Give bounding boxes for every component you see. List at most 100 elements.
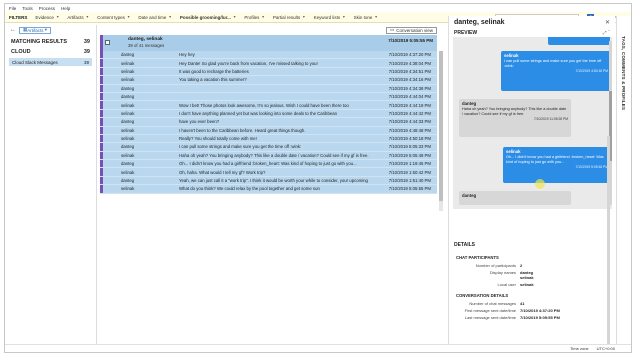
detail-pane: danteg, selinak ✕ PREVIEW ⤢ ⌃ danteg selina… [448, 16, 616, 352]
sender-cell: selinak [121, 127, 135, 133]
table-row[interactable]: selinak Wow I bet! Those photos look awes… [100, 101, 437, 110]
side-tab-label: TAGS, COMMENTS & PROFILES [621, 36, 626, 111]
chat-icon: ▭ [389, 27, 395, 32]
conversation-title: danteg, selinak [128, 37, 163, 42]
row-checkbox[interactable] [105, 40, 110, 45]
filter-artifacts[interactable]: Artifacts ▼ [67, 15, 89, 20]
kv-value: 2 [520, 263, 523, 268]
left-pane: ← ▦ Artifacts ▾ MATCHING RESULTS 39 CLOUD… [5, 25, 97, 352]
sender-cell: danteg [121, 161, 135, 167]
table-row[interactable]: selinak What do you think? We could relax… [100, 185, 437, 194]
cloud-slack-messages-item[interactable]: Cloud Slack Messages 39 [9, 58, 92, 66]
message-cell: have you ever been? [179, 119, 220, 125]
date-cell: 7/10/2019 5:05:33 PM [388, 144, 431, 150]
time-zone-label: Time zone [570, 346, 589, 351]
table-row[interactable]: selinak Hey Dante! So glad you're back fr… [100, 59, 437, 68]
date-cell: 7/10/2019 4:34:38 PM [388, 85, 431, 91]
date-cell: 7/10/2019 4:44:19 PM [388, 102, 431, 108]
detail-scrollbar[interactable] [607, 136, 610, 352]
date-cell: 7/10/2019 4:44:04 PM [388, 94, 431, 100]
table-row[interactable]: selinak You taking a vacation this summer… [100, 76, 437, 85]
preview-label: PREVIEW [454, 29, 478, 36]
table-row[interactable]: selinak I haven't been to the Caribbean b… [100, 126, 437, 135]
table-row[interactable]: danteg Yeah, we can just call it a "work … [100, 176, 437, 186]
sender-cell: danteg [121, 144, 135, 150]
table-row[interactable]: danteg I can pull some strings and make s… [100, 143, 437, 152]
filter-skin-tone[interactable]: Skin tone ▼ [354, 15, 378, 20]
filter-grooming[interactable]: Possible grooming/lur... ▼ [180, 15, 236, 20]
kv-value: selinak [520, 282, 534, 287]
participants-heading: CHAT PARTICIPANTS [456, 255, 499, 260]
table-row[interactable]: selinak Oh, haha. What would I tell my gf… [100, 168, 437, 177]
table-row[interactable]: danteg Oh... I didn't know you had a girl… [100, 160, 437, 169]
scrollbar[interactable] [439, 51, 443, 211]
message-cell: I haven't been to the Caribbean before. … [179, 127, 306, 133]
filter-content-types[interactable]: Content types ▼ [97, 15, 130, 20]
table-row[interactable]: selinak Really? You should totally come w… [100, 134, 437, 144]
filter-profiles[interactable]: Profiles ▼ [244, 15, 264, 20]
table-row[interactable]: danteg 7/10/2019 4:34:38 PM [100, 84, 437, 93]
filter-keyword-lists[interactable]: Keyword lists ▼ [314, 15, 346, 20]
message-cell: It was good to recharge the batteries [179, 68, 249, 74]
filter-partial-results[interactable]: Partial results ▼ [273, 15, 306, 20]
menu-process[interactable]: Process [39, 6, 55, 11]
date-cell: 7/10/2019 1:19:45 PM [388, 161, 431, 167]
message-cell: Really? You should totally come with me! [179, 136, 257, 142]
pin-icon[interactable]: ⤢ ⌃ [603, 30, 610, 35]
cloud-header[interactable]: CLOUD 39 [5, 49, 96, 55]
date-cell: 7/10/2019 4:34:16 PM [388, 77, 431, 83]
chat-bubble: danteg Haha oh yeah? You bringing anybody… [459, 99, 571, 137]
table-row[interactable]: selinak Haha oh yeah? You bringing anybod… [100, 151, 437, 161]
table-row[interactable]: selinak It was good to recharge the batte… [100, 67, 437, 77]
message-cell: Oh, haha. What would I tell my gf? Work … [179, 169, 266, 175]
kv-key: Display names [489, 270, 516, 275]
filter-evidence[interactable]: Evidence ▼ [35, 15, 59, 20]
menu-bar: File Tools Process Help [5, 4, 631, 12]
artifacts-dropdown[interactable]: ▦ Artifacts ▾ [19, 26, 52, 34]
filter-date-time[interactable]: Date and time ▼ [138, 15, 171, 20]
sender-cell: selinak [121, 77, 135, 83]
conversation-view-button[interactable]: ▭ Conversation view [385, 26, 437, 34]
table-row[interactable]: danteg 7/10/2019 4:44:04 PM [100, 92, 437, 102]
chevron-down-icon: ▼ [85, 15, 90, 19]
chat-bubble: danteg [459, 191, 571, 205]
menu-tools[interactable]: Tools [22, 6, 33, 11]
date-cell: 7/10/2019 5:05:55 PM [388, 186, 431, 192]
table-row[interactable]: danteg Hey hey 7/10/2019 4:37:20 PM [100, 51, 437, 60]
chat-bubble: selinak I can pull some strings and make … [501, 51, 611, 91]
details-label: DETAILS [454, 241, 476, 248]
chevron-down-icon: ▼ [126, 15, 131, 19]
matching-results-header: MATCHING RESULTS 39 [11, 39, 90, 45]
sender-cell: selinak [121, 136, 135, 142]
close-icon[interactable]: ✕ [605, 19, 610, 26]
message-cell: What do you think? We could relax by the… [179, 186, 320, 192]
side-tab[interactable]: TAGS, COMMENTS & PROFILES [616, 16, 631, 352]
menu-help[interactable]: Help [61, 6, 70, 11]
kv-value: 7/10/2019 5:05:55 PM [520, 315, 560, 320]
back-arrow-icon[interactable]: ← [10, 27, 16, 33]
chevron-down-icon: ▼ [261, 15, 265, 19]
time-zone-value[interactable]: UTC+0:00 [597, 346, 615, 351]
results-pane: ▭ Conversation view danteg, selinak 39 of… [98, 25, 443, 352]
sender-cell: selinak [121, 60, 135, 66]
date-cell: 7/10/2019 4:44:33 PM [388, 119, 431, 125]
mouse-cursor-highlight [535, 179, 545, 189]
conversation-header-row[interactable]: danteg, selinak 39 of 41 messages 7/10/2… [100, 35, 437, 51]
date-cell: 7/10/2019 4:34:51 PM [388, 68, 431, 74]
chat-bubble [548, 37, 610, 45]
sender-cell: danteg [121, 178, 135, 184]
message-cell: Yeah, we can just call it a "work trip".… [179, 178, 369, 184]
conversation-date: 7/10/2019 5:05:55 PM [388, 38, 433, 43]
message-list: danteg Hey hey 7/10/2019 4:37:20 PM selinak… [100, 51, 437, 194]
kv-value: 41 [520, 301, 525, 306]
menu-file[interactable]: File [9, 6, 16, 11]
conversation-details-heading: CONVERSATION DETAILS [456, 293, 509, 298]
table-row[interactable]: selinak I don't have anything planned yet… [100, 109, 437, 119]
table-row[interactable]: danteg have you ever been? 7/10/2019 4:44:… [100, 118, 437, 127]
chevron-down-icon: ▼ [168, 15, 172, 19]
conversation-count: 39 of 41 messages [128, 43, 165, 48]
chat-bubble: selinak Oh... I didn't know you had a gir… [503, 147, 611, 183]
kv-value: selinak [520, 275, 534, 280]
details-section: DETAILS⌃ CHAT PARTICIPANTS Number of par… [449, 240, 616, 322]
detail-title: danteg, selinak [454, 18, 505, 26]
